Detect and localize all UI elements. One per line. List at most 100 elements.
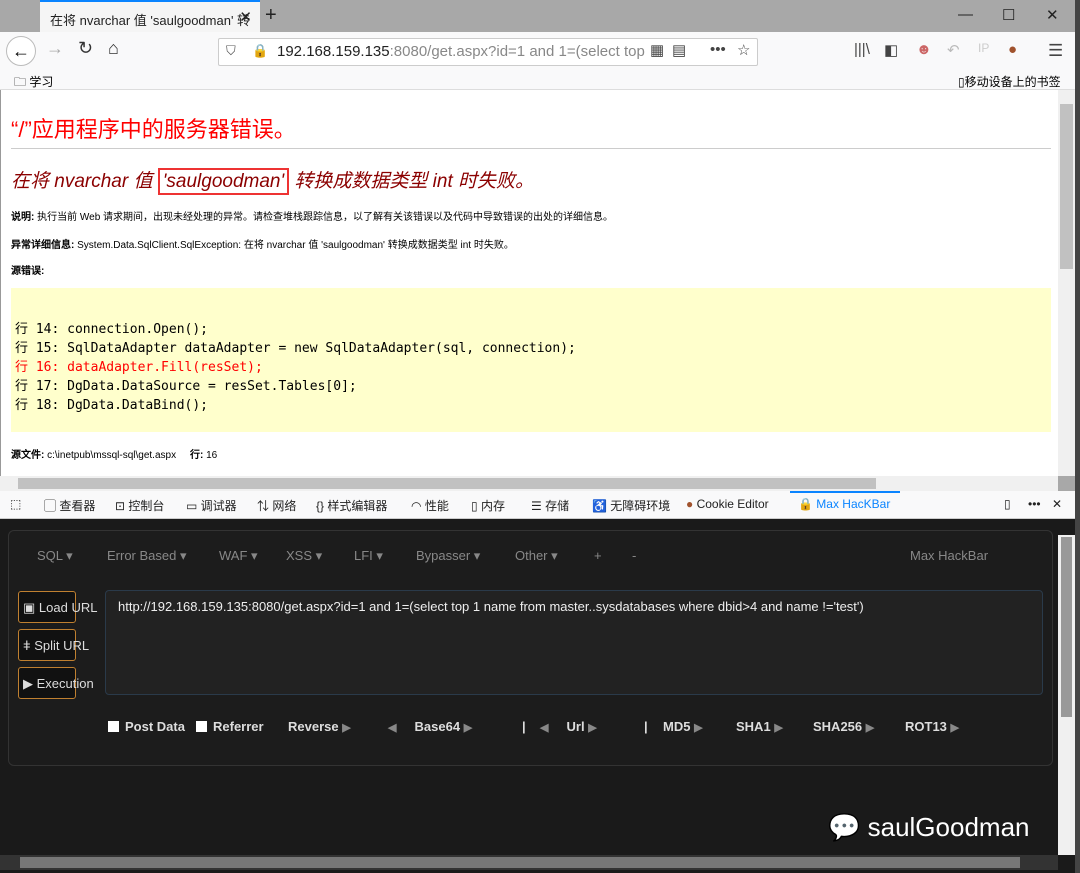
extension-undo-icon[interactable]: ↶ [947,41,960,59]
separator: | [644,719,648,734]
code-line: 行 17: DgData.DataSource = resSet.Tables[… [15,379,357,394]
referrer-checkbox[interactable]: Referrer [196,719,264,734]
shield-icon[interactable]: ⛉ [226,43,236,59]
tab-label: Max HacKBar [816,497,891,511]
add-button[interactable]: + [594,548,602,563]
reverse-button[interactable]: Reverse ▶ [288,719,351,734]
menu-icon[interactable]: ☰ [1048,41,1063,61]
separator: | [522,719,526,734]
checkbox[interactable] [108,721,119,732]
arrow-right-icon: ▶ [865,722,875,734]
bookmark-star-icon[interactable]: ☆ [737,41,750,59]
forward-button[interactable]: → [46,38,64,59]
ip-extension-icon[interactable]: IP [978,41,989,55]
library-icon[interactable]: |||\ [854,41,870,58]
extension-avatar-icon[interactable]: ☻ [916,41,932,58]
sidebar-icon[interactable]: ◧ [884,41,898,59]
split-url-label: Split URL [34,638,90,653]
code-line-error: 行 16: dataAdapter.Fill(resSet); [15,360,263,375]
tab-storage[interactable]: ☰ 存储 [531,497,569,514]
rot13-button[interactable]: ROT13 ▶ [905,719,959,734]
devtools-more-icon[interactable]: ••• [1028,497,1041,511]
more-actions-icon[interactable]: ••• [710,41,726,58]
tab-console[interactable]: ⊡ 控制台 [115,497,164,514]
remove-button[interactable]: - [632,548,636,563]
menu-waf[interactable]: WAF ▾ [219,548,258,564]
source-error-label: 源错误: [11,262,44,277]
execution-button[interactable]: ▶ Execution [18,667,94,699]
url-label: Url [566,719,585,734]
load-icon: ▣ [23,600,36,615]
url-encode-button[interactable]: ◀ Url ▶ [540,719,597,734]
back-button[interactable]: ← [6,36,36,66]
home-button[interactable]: ⌂ [108,38,119,59]
menu-error-based[interactable]: Error Based ▾ [107,548,187,564]
menu-bypasser[interactable]: Bypasser ▾ [416,548,480,564]
load-url-label: Load URL [38,600,98,615]
menu-lfi[interactable]: LFI ▾ [354,548,383,564]
arrow-right-icon: ▶ [774,722,783,734]
browser-tab[interactable]: 在将 nvarchar 值 'saulgoodman' 转 ✕ [40,0,260,32]
watermark-text: saulGoodman [867,812,1030,842]
tab-label: 内存 [480,499,505,513]
element-picker-icon[interactable]: ⬚ [10,497,21,511]
sha256-button[interactable]: SHA256 ▶ [813,719,874,734]
source-code-block: 行 14: connection.Open(); 行 15: SqlDataAd… [11,288,1051,432]
split-url-button[interactable]: ǂ Split URL [18,629,89,661]
tab-style-editor[interactable]: {} 样式编辑器 [316,497,387,514]
error-post: 转换成数据类型 int 时失败。 [289,171,535,192]
file-label: 源文件: [11,450,45,461]
qr-code-icon[interactable]: ▦ [650,41,664,59]
code-line: 行 18: DgData.DataBind(); [15,398,209,413]
tab-max-hackbar[interactable]: 🔒 Max HacKBar [798,497,890,511]
bookmarks-bar: 🗀 学习 ▯移动设备上的书签 [0,72,1075,90]
sha1-button[interactable]: SHA1 ▶ [736,719,783,734]
tab-label: 存储 [545,499,570,513]
dock-icon[interactable]: ▯ [1004,497,1011,511]
post-data-checkbox[interactable]: Post Data [108,719,185,734]
page-scroll-thumb[interactable] [1060,104,1073,269]
base64-label: Base64 [414,719,461,734]
url-textarea[interactable]: http://192.168.159.135:8080/get.aspx?id=… [105,590,1043,695]
base64-button[interactable]: ◀ Base64 ▶ [388,719,472,734]
arrow-left-icon[interactable]: ◀ [388,722,396,734]
load-url-button[interactable]: ▣ Load URL [18,591,97,623]
source-file: 源文件: c:\inetpub\mssql-sql\get.aspx 行: 16 [11,446,217,461]
reader-view-icon[interactable]: ▤ [672,41,686,59]
close-tab-icon[interactable]: ✕ [239,8,252,26]
tab-performance[interactable]: ◠ 性能 [411,497,449,514]
cookie-icon[interactable]: ● [1008,41,1017,58]
close-window-icon[interactable]: ✕ [1046,6,1059,24]
menu-other[interactable]: Other ▾ [515,548,558,564]
tab-inspector[interactable]: ▢ 查看器 [44,497,95,514]
sha256-label: SHA256 [813,719,863,734]
reload-button[interactable]: ↻ [78,38,93,59]
maximize-icon[interactable]: ☐ [1002,6,1015,24]
arrow-left-icon[interactable]: ◀ [540,722,548,734]
hackbar-scroll-thumb[interactable] [1061,537,1072,717]
mobile-bookmarks[interactable]: ▯移动设备上的书签 [958,73,1061,90]
devtools-close-icon[interactable]: ✕ [1052,497,1062,511]
line-number: 16 [203,450,218,461]
tab-accessibility[interactable]: ♿ 无障碍环境 [592,497,670,514]
tab-debugger[interactable]: ▭ 调试器 [186,497,237,514]
md5-button[interactable]: MD5 ▶ [663,719,703,734]
tab-cookie-editor[interactable]: ● Cookie Editor [686,497,769,511]
page-hscroll-thumb[interactable] [18,478,876,489]
arrow-right-icon[interactable]: ▶ [588,722,596,734]
menu-xss[interactable]: XSS ▾ [286,548,322,564]
file-path: c:\inetpub\mssql-sql\get.aspx [44,450,177,461]
new-tab-button[interactable]: + [265,4,277,27]
tab-network[interactable]: ⇅ 网络 [257,497,296,514]
active-tab-indicator [790,491,900,493]
hackbar-hscroll-thumb[interactable] [20,857,1020,868]
tab-memory[interactable]: ▯ 内存 [471,497,505,514]
menu-sql[interactable]: SQL ▾ [37,548,73,564]
rot13-label: ROT13 [905,719,947,734]
exc-text: System.Data.SqlClient.SqlException: 在将 n… [74,240,514,251]
insecure-lock-icon[interactable]: 🔒 [252,43,268,59]
arrow-right-icon[interactable]: ▶ [464,722,472,734]
minimize-icon[interactable]: — [958,6,973,23]
tab-title: 在将 nvarchar 值 'saulgoodman' 转 [50,13,251,28]
checkbox[interactable] [196,721,207,732]
